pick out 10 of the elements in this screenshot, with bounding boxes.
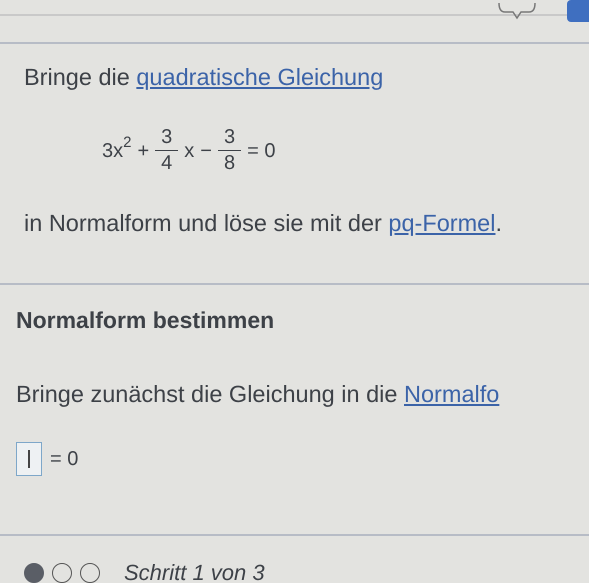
link[interactable]: Normalfo <box>404 380 500 407</box>
section-heading: Normalform bestimmen <box>16 307 276 335</box>
instruction-text: Bringe die quadratische Gleichung <box>24 63 384 92</box>
answer-field[interactable] <box>16 442 42 476</box>
instruction-text: Bringe zunächst die Gleichung in die Normalfo <box>16 380 500 409</box>
link[interactable]: pq-Formel <box>388 210 496 236</box>
equation-rhs: = 0 <box>50 446 78 472</box>
instruction-text: in Normalform und löse sie mit der pq-Formel. <box>24 209 504 238</box>
step-label: Schritt 1 von 3 <box>124 559 265 583</box>
link[interactable]: quadratische Gleichung <box>136 64 384 90</box>
